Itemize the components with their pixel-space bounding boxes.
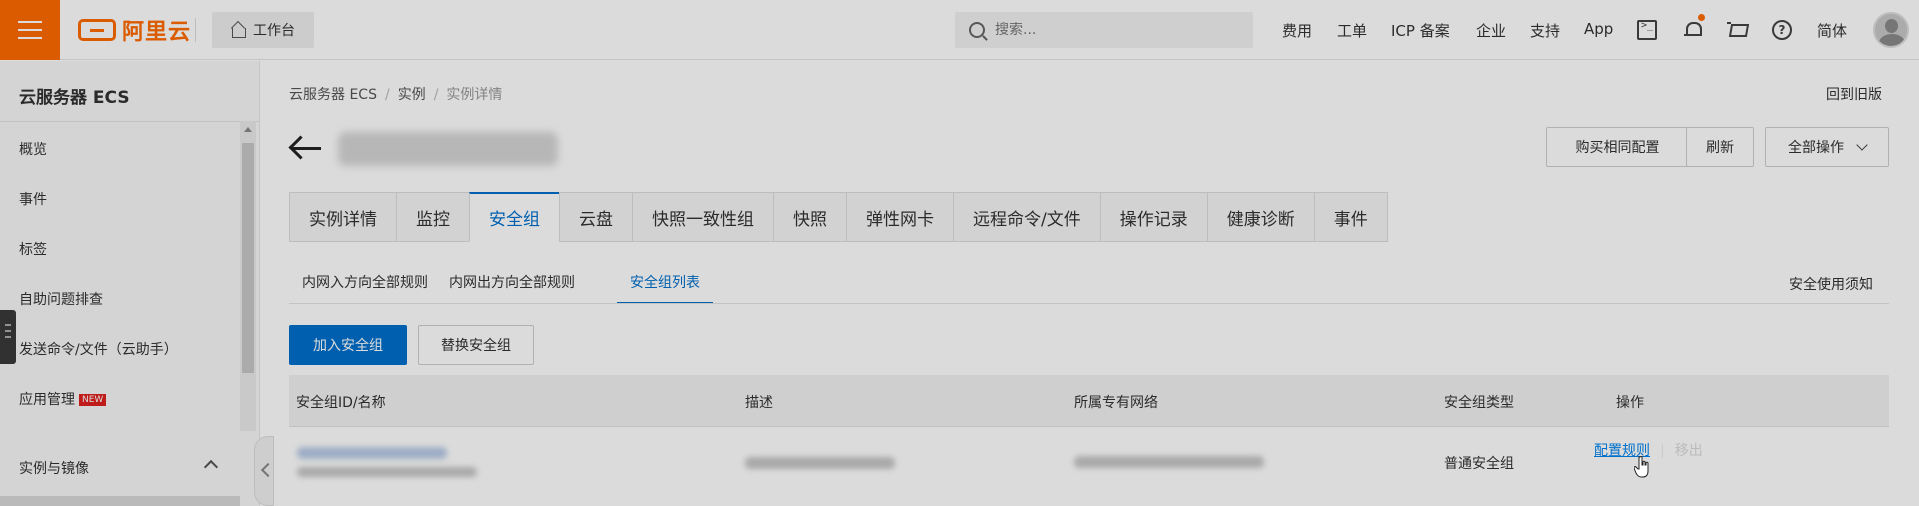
col-group-type: 安全组类型 <box>1444 395 1514 411</box>
cloud-shell-icon[interactable] <box>1637 20 1657 40</box>
aliyun-logo-icon <box>78 19 116 41</box>
tab-events[interactable]: 事件 <box>1313 192 1388 242</box>
tab-snapshot-consistency-groups[interactable]: 快照一致性组 <box>632 192 773 242</box>
vpc-redacted <box>1074 456 1264 468</box>
subtab-security-group-list[interactable]: 安全组列表 <box>617 262 713 304</box>
breadcrumb-ecs[interactable]: 云服务器 ECS <box>289 87 377 103</box>
table-header: 安全组ID/名称 描述 所属专有网络 安全组类型 操作 <box>289 375 1889 427</box>
language-switch[interactable]: 简体 <box>1817 20 1847 41</box>
global-search[interactable] <box>955 12 1253 48</box>
workbench-button[interactable]: 工作台 <box>212 12 314 48</box>
subtabs-divider <box>289 303 1889 304</box>
menu-line <box>18 37 42 39</box>
sidebar-item-label: 应用管理 <box>19 392 75 408</box>
subtab-inbound-rules[interactable]: 内网入方向全部规则 <box>289 262 441 304</box>
refresh-button[interactable]: 刷新 <box>1686 127 1754 167</box>
menu-line <box>18 21 42 23</box>
sidebar-item-events[interactable]: 事件 <box>19 189 47 209</box>
col-vpc: 所属专有网络 <box>1074 395 1158 411</box>
sidebar-collapse-button[interactable] <box>254 436 274 506</box>
menu-line <box>18 29 42 31</box>
nav-enterprise[interactable]: 企业 <box>1476 20 1506 41</box>
sidebar-item-tags[interactable]: 标签 <box>19 239 47 259</box>
breadcrumb-current: 实例详情 <box>446 87 503 103</box>
sidebar-divider <box>0 121 260 122</box>
logo-text: 阿里云 <box>122 20 192 45</box>
chevron-down-icon <box>1856 138 1868 151</box>
workbench-label: 工作台 <box>253 23 295 39</box>
bell-icon[interactable] <box>1682 20 1702 40</box>
back-arrow-icon[interactable] <box>289 135 323 161</box>
cart-icon[interactable] <box>1727 20 1747 40</box>
scroll-up-icon[interactable] <box>244 127 252 132</box>
search-input[interactable] <box>995 22 1225 38</box>
subtab-outbound-rules[interactable]: 内网出方向全部规则 <box>436 262 588 304</box>
all-actions-dropdown[interactable]: 全部操作 <box>1765 127 1889 167</box>
security-group-name-redacted <box>297 467 477 477</box>
sidebar-item-app-management[interactable]: 应用管理 NEW <box>19 389 107 409</box>
avatar[interactable] <box>1873 12 1909 48</box>
tab-snapshots[interactable]: 快照 <box>773 192 846 242</box>
back-to-old-version-link[interactable]: 回到旧版 <box>1826 84 1882 104</box>
col-security-group-id: 安全组ID/名称 <box>296 395 386 411</box>
chevron-up-icon[interactable] <box>203 459 219 475</box>
tab-operation-logs[interactable]: 操作记录 <box>1099 192 1207 242</box>
tab-security-groups[interactable]: 安全组 <box>469 192 559 242</box>
sidebar-item-send-command[interactable]: 发送命令/文件（云助手） <box>19 339 178 359</box>
home-icon <box>231 23 246 38</box>
buy-same-config-button[interactable]: 购买相同配置 <box>1546 127 1689 167</box>
security-notice-link[interactable]: 安全使用须知 <box>1789 274 1873 294</box>
breadcrumb-sep: / <box>384 87 390 103</box>
security-group-type: 普通安全组 <box>1444 456 1514 472</box>
tab-health-diagnosis[interactable]: 健康诊断 <box>1206 192 1314 242</box>
nav-support[interactable]: 支持 <box>1530 20 1560 41</box>
col-description: 描述 <box>745 395 773 411</box>
hand-cursor-icon <box>1634 456 1649 478</box>
sidebar-section-instances-images[interactable]: 实例与镜像 <box>19 458 89 478</box>
join-security-group-button[interactable]: 加入安全组 <box>289 325 407 365</box>
nav-app[interactable]: App <box>1584 20 1613 38</box>
hamburger-menu-button[interactable] <box>0 0 60 60</box>
search-icon <box>969 22 985 38</box>
nav-icp[interactable]: ICP 备案 <box>1391 20 1450 41</box>
sidebar-selected-item[interactable] <box>0 496 240 506</box>
sidebar-item-troubleshoot[interactable]: 自助问题排查 <box>19 289 103 309</box>
tab-monitoring[interactable]: 监控 <box>396 192 469 242</box>
tab-remote-commands[interactable]: 远程命令/文件 <box>953 192 1100 242</box>
drag-handle[interactable] <box>0 310 16 364</box>
nav-ticket[interactable]: 工单 <box>1337 20 1367 41</box>
all-actions-label: 全部操作 <box>1788 140 1844 156</box>
aliyun-logo[interactable]: 阿里云 <box>78 14 191 46</box>
remove-link[interactable]: 移出 <box>1675 443 1703 459</box>
breadcrumb-instances[interactable]: 实例 <box>398 87 426 103</box>
action-separator: | <box>1660 443 1665 459</box>
help-icon[interactable]: ? <box>1772 20 1792 40</box>
security-group-id-redacted[interactable] <box>297 447 447 459</box>
breadcrumb-sep: / <box>433 87 439 103</box>
replace-security-group-button[interactable]: 替换安全组 <box>418 325 534 365</box>
description-redacted <box>745 457 895 469</box>
instance-tabs: 实例详情 监控 安全组 云盘 快照一致性组 快照 弹性网卡 远程命令/文件 操作… <box>289 192 1388 242</box>
sidebar-scroll-thumb[interactable] <box>242 143 254 373</box>
breadcrumb: 云服务器 ECS / 实例 / 实例详情 <box>289 84 502 104</box>
notification-dot <box>1698 14 1705 21</box>
nav-billing[interactable]: 费用 <box>1282 20 1312 41</box>
col-actions: 操作 <box>1616 395 1644 411</box>
tab-instance-details[interactable]: 实例详情 <box>289 192 396 242</box>
sidebar-title: 云服务器 ECS <box>19 88 130 108</box>
instance-name-redacted <box>338 132 558 166</box>
sidebar-item-overview[interactable]: 概览 <box>19 139 47 159</box>
divider <box>195 18 196 42</box>
new-badge: NEW <box>79 394 107 406</box>
top-bar: 阿里云 工作台 费用 工单 ICP 备案 企业 支持 App ? 简体 <box>0 0 1919 60</box>
tab-eni[interactable]: 弹性网卡 <box>846 192 953 242</box>
sidebar: 云服务器 ECS 概览 事件 标签 自助问题排查 发送命令/文件（云助手） 应用… <box>0 61 260 506</box>
tab-disks[interactable]: 云盘 <box>559 192 632 242</box>
